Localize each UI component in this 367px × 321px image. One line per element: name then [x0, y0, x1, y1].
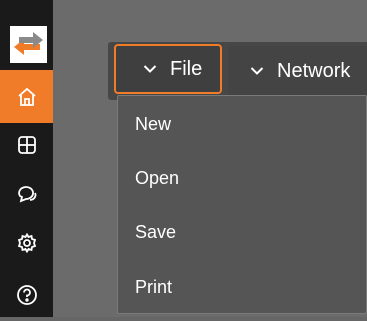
menu-item-label: New	[135, 113, 172, 134]
menu-item-label: Open	[135, 167, 180, 188]
home-icon	[17, 87, 36, 106]
sidebar-item-home[interactable]	[0, 70, 53, 123]
logo	[10, 26, 47, 63]
menu-item-save[interactable]: Save	[118, 205, 366, 259]
file-menu-button[interactable]: File	[114, 44, 222, 94]
menu-item-open[interactable]: Open	[118, 151, 366, 205]
sidebar-item-grid[interactable]	[0, 118, 53, 171]
sidebar-item-help[interactable]	[0, 268, 53, 321]
file-dropdown-menu: New Open Save Print	[117, 95, 367, 314]
grid-icon	[17, 135, 36, 154]
arrows-exchange-logo-icon	[10, 26, 47, 63]
menu-item-label: Print	[135, 276, 173, 297]
menu-item-label: Save	[135, 221, 177, 242]
menu-item-print[interactable]: Print	[118, 260, 366, 314]
network-menu-label: Network	[277, 59, 351, 82]
sidebar	[0, 0, 53, 317]
sidebar-item-chat[interactable]	[0, 167, 53, 220]
chevron-down-icon	[249, 63, 265, 79]
gear-icon	[17, 232, 36, 253]
menu-item-new[interactable]: New	[118, 97, 366, 151]
chevron-down-icon	[142, 61, 158, 77]
chat-icon	[17, 185, 36, 202]
file-menu-label: File	[170, 57, 203, 80]
sidebar-item-settings[interactable]	[0, 216, 53, 269]
network-menu-button[interactable]: Network	[228, 46, 367, 96]
help-icon	[16, 284, 37, 305]
